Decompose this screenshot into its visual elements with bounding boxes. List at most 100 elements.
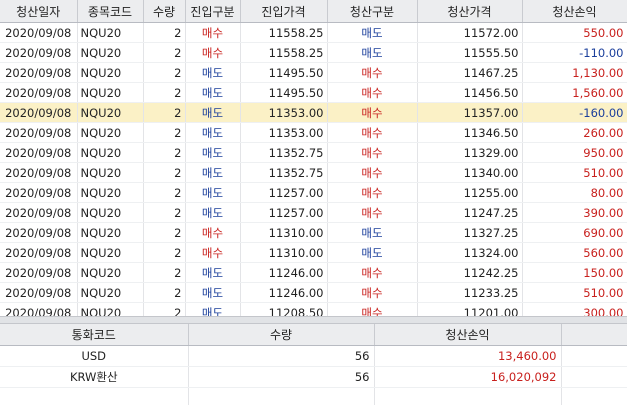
summary-row[interactable]: KRW환산 56 16,020,092 [0, 366, 627, 388]
cell-pnl: 1,130.00 [522, 62, 627, 83]
cell-pnl: 300.00 [522, 302, 627, 316]
cell-symbol: NQU20 [77, 22, 144, 43]
table-row[interactable]: 2020/09/08 NQU20 2 매도 11246.00 매수 11233.25 510.… [0, 282, 627, 303]
cell-qty: 2 [143, 62, 186, 83]
table-row[interactable]: 2020/09/08 NQU20 2 매도 11246.00 매수 11242.25 150.… [0, 262, 627, 283]
cell-pnl: 560.00 [522, 242, 627, 263]
cell-exit-price: 11340.00 [417, 162, 523, 183]
header-entry-type[interactable]: 진입구분 [185, 0, 241, 23]
cell-total-qty: 56 [188, 366, 375, 388]
cell-symbol: NQU20 [77, 162, 144, 183]
cell-entry-price: 11246.00 [240, 262, 328, 283]
table-row[interactable]: 2020/09/08 NQU20 2 매도 11353.00 매수 11346.50 260.… [0, 122, 627, 143]
header-entry-price[interactable]: 진입가격 [240, 0, 328, 23]
table-row[interactable]: 2020/09/08 NQU20 2 매도 11495.50 매수 11467.25 1,13… [0, 62, 627, 83]
cell-qty: 2 [143, 42, 186, 63]
cell-close-date: 2020/09/08 [0, 262, 78, 283]
cell-pnl: 510.00 [522, 282, 627, 303]
cell-symbol: NQU20 [77, 42, 144, 63]
table-row[interactable]: 2020/09/08 NQU20 2 매수 11310.00 매도 11327.25 690.… [0, 222, 627, 243]
cell-entry-price: 11310.00 [240, 222, 328, 243]
cell-currency: USD [0, 345, 189, 367]
cell-qty: 2 [143, 82, 186, 103]
header-exit-price[interactable]: 청산가격 [417, 0, 523, 23]
header-close-date[interactable]: 청산일자 [0, 0, 78, 23]
cell-close-date: 2020/09/08 [0, 22, 78, 43]
cell-close-date: 2020/09/08 [0, 222, 78, 243]
table-row[interactable]: 2020/09/08 NQU20 2 매수 11310.00 매도 11324.00 560.… [0, 242, 627, 263]
table-row[interactable]: 2020/09/08 NQU20 2 매수 11558.25 매도 11572.00 550.… [0, 22, 627, 43]
summary-grid: 통화코드 수량 청산손익 USD 56 13,460.00 KRW환산 56 16,020,0… [0, 324, 627, 405]
cell-exit-price: 11327.25 [417, 222, 523, 243]
header-pnl[interactable]: 청산손익 [522, 0, 627, 23]
header-currency[interactable]: 통화코드 [0, 324, 189, 346]
cell-qty: 2 [143, 262, 186, 283]
cell-exit-type: 매도 [327, 42, 418, 63]
cell-symbol: NQU20 [77, 302, 144, 316]
header-symbol[interactable]: 종목코드 [77, 0, 144, 23]
cell-qty: 2 [143, 202, 186, 223]
cell-empty [561, 345, 627, 367]
table-row[interactable]: 2020/09/08 NQU20 2 매도 11353.00 매수 11357.00 -160… [0, 102, 627, 123]
panel-splitter[interactable] [0, 316, 627, 324]
cell-exit-price: 11247.25 [417, 202, 523, 223]
cell-exit-price: 11555.50 [417, 42, 523, 63]
summary-row[interactable]: USD 56 13,460.00 [0, 345, 627, 367]
cell-qty: 2 [143, 222, 186, 243]
cell-entry-price: 11352.75 [240, 142, 328, 163]
cell-exit-type: 매수 [327, 82, 418, 103]
cell-entry-type: 매수 [185, 22, 241, 43]
table-row[interactable]: 2020/09/08 NQU20 2 매수 11558.25 매도 11555.50 -110… [0, 42, 627, 63]
cell-symbol: NQU20 [77, 282, 144, 303]
table-row[interactable]: 2020/09/08 NQU20 2 매도 11257.00 매수 11255.00 80.0… [0, 182, 627, 203]
header-exit-type[interactable]: 청산구분 [327, 0, 418, 23]
cell-exit-price: 11233.25 [417, 282, 523, 303]
cell-exit-type: 매수 [327, 142, 418, 163]
summary-header-row: 통화코드 수량 청산손익 [0, 324, 627, 346]
cell-qty: 2 [143, 242, 186, 263]
cell-exit-type: 매수 [327, 182, 418, 203]
cell-exit-type: 매도 [327, 22, 418, 43]
cell-symbol: NQU20 [77, 242, 144, 263]
cell-symbol: NQU20 [77, 82, 144, 103]
trade-header-row: 청산일자 종목코드 수량 진입구분 진입가격 청산구분 청산가격 청산손익 [0, 0, 627, 23]
cell-total-pnl: 13,460.00 [374, 345, 562, 367]
header-empty [561, 324, 627, 346]
cell-close-date: 2020/09/08 [0, 122, 78, 143]
cell-exit-price: 11255.00 [417, 182, 523, 203]
table-row[interactable]: 2020/09/08 NQU20 2 매도 11495.50 매수 11456.50 1,56… [0, 82, 627, 103]
cell-entry-price: 11495.50 [240, 62, 328, 83]
cell-entry-type: 매도 [185, 202, 241, 223]
cell-close-date: 2020/09/08 [0, 142, 78, 163]
cell-entry-price: 11208.50 [240, 302, 328, 316]
cell-exit-price: 11357.00 [417, 102, 523, 123]
header-total-pnl[interactable]: 청산손익 [374, 324, 562, 346]
cell-pnl: 690.00 [522, 222, 627, 243]
cell-close-date: 2020/09/08 [0, 242, 78, 263]
table-row[interactable]: 2020/09/08 NQU20 2 매도 11352.75 매수 11340.00 510.… [0, 162, 627, 183]
cell-qty: 2 [143, 162, 186, 183]
cell-symbol: NQU20 [77, 262, 144, 283]
cell-close-date: 2020/09/08 [0, 102, 78, 123]
cell-entry-type: 매도 [185, 62, 241, 83]
cell-empty [0, 387, 189, 405]
cell-exit-price: 11467.25 [417, 62, 523, 83]
cell-entry-type: 매도 [185, 182, 241, 203]
cell-pnl: 390.00 [522, 202, 627, 223]
cell-exit-price: 11242.25 [417, 262, 523, 283]
cell-symbol: NQU20 [77, 122, 144, 143]
cell-entry-price: 11352.75 [240, 162, 328, 183]
header-total-qty[interactable]: 수량 [188, 324, 375, 346]
cell-exit-type: 매수 [327, 162, 418, 183]
cell-entry-price: 11246.00 [240, 282, 328, 303]
cell-entry-price: 11257.00 [240, 202, 328, 223]
cell-pnl: -160.00 [522, 102, 627, 123]
table-row[interactable]: 2020/09/08 NQU20 2 매도 11257.00 매수 11247.25 390.… [0, 202, 627, 223]
cell-entry-price: 11310.00 [240, 242, 328, 263]
table-row[interactable]: 2020/09/08 NQU20 2 매도 11352.75 매수 11329.00 950.… [0, 142, 627, 163]
cell-empty [374, 387, 562, 405]
cell-empty [561, 366, 627, 388]
table-row[interactable]: 2020/09/08 NQU20 2 매도 11208.50 매수 11201.00 300.… [0, 302, 627, 316]
header-qty[interactable]: 수량 [143, 0, 186, 23]
cell-entry-type: 매도 [185, 142, 241, 163]
